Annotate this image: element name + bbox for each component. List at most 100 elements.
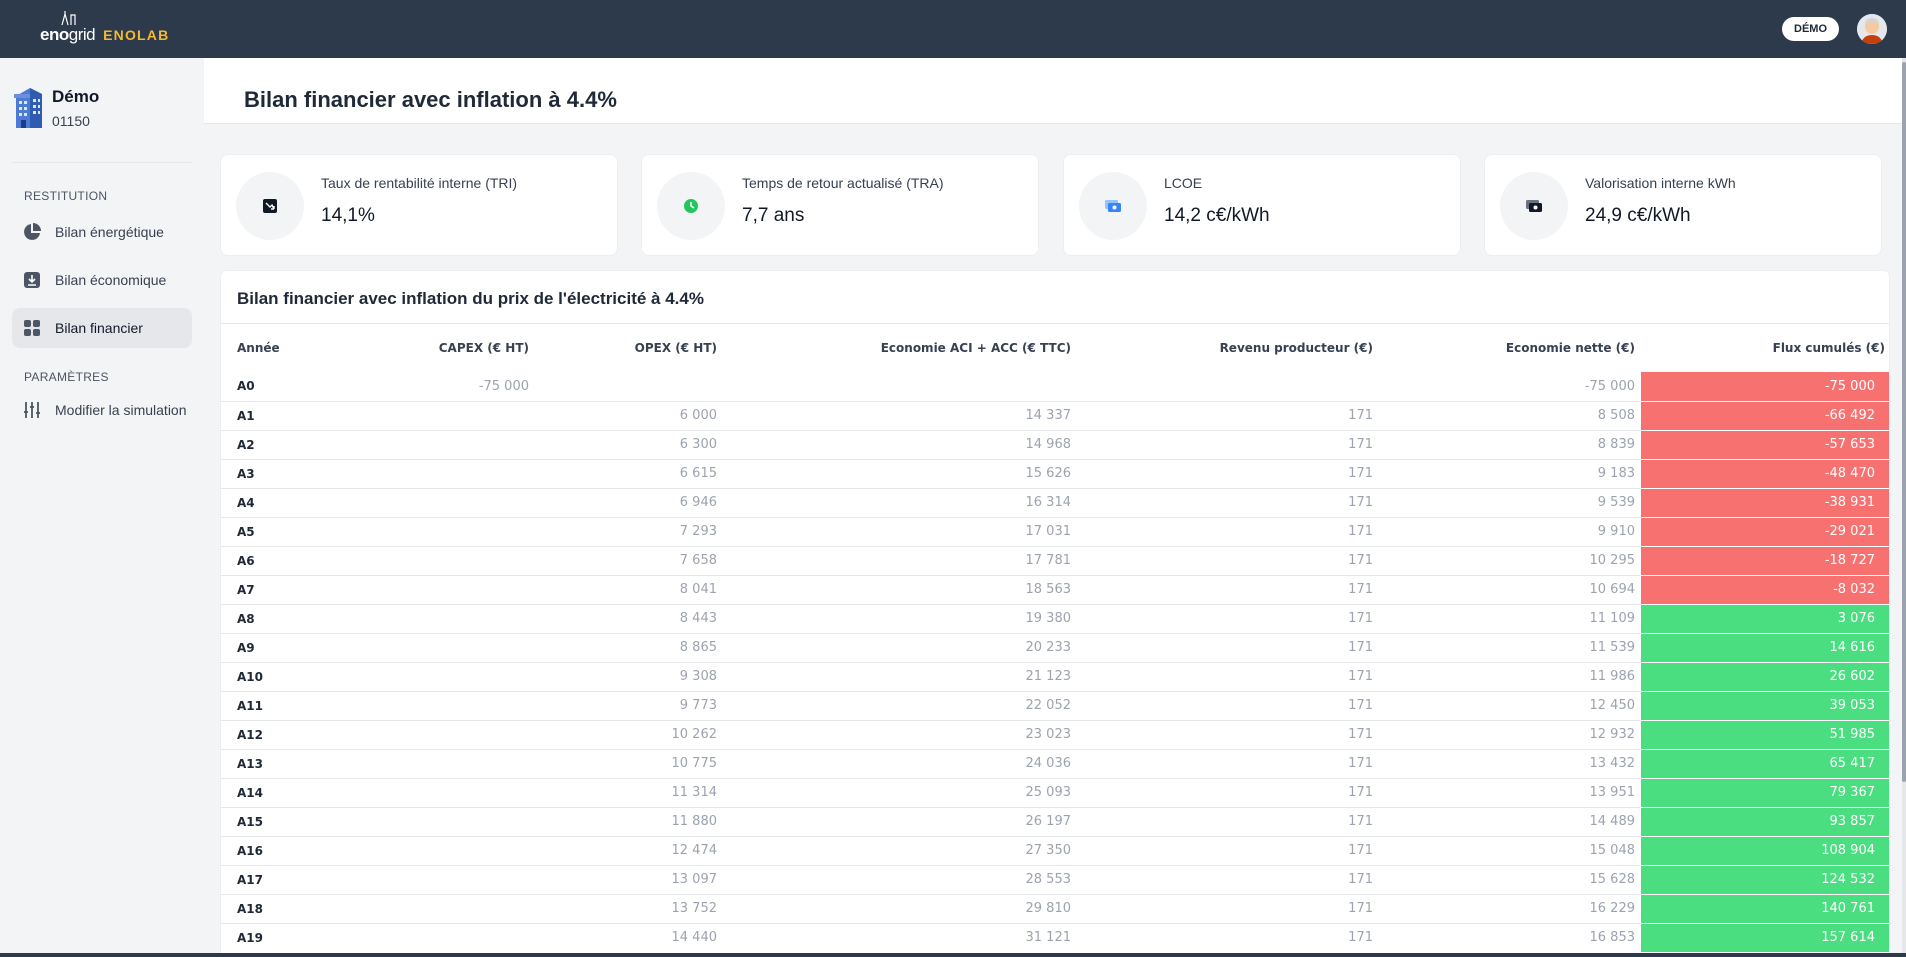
cell-annee: A0 [237,379,255,394]
cell-annee: A10 [221,661,311,691]
cell-revenu: 171 [1077,719,1379,749]
cell-capex [311,574,535,604]
sidebar-item-bilan-economique[interactable]: Bilan économique [12,260,192,300]
cell-capex [311,777,535,807]
col-header-economie-nette: Economie nette (€) [1505,341,1635,355]
table-header-row: Année CAPEX (€ HT) OPEX (€ HT) Economie … [221,324,1889,372]
cell-flux-cumules: -48 470 [1641,458,1889,488]
table-row: A13 10 775 24 036 171 13 432 65 417 [221,748,1889,778]
cell-economie: 22 052 [723,690,1077,720]
cell-annee: A8 [221,603,311,633]
cell-opex: 7 293 [535,516,723,546]
cell-economie-nette: 13 951 [1379,777,1641,807]
cell-annee: A12 [221,719,311,749]
sidebar-item-label: Bilan économique [55,272,167,288]
table-row: A6 7 658 17 781 171 10 295 -18 727 [221,545,1889,575]
cell-capex [311,429,535,459]
sidebar-item-modifier-simulation[interactable]: Modifier la simulation [12,390,192,430]
cell-opex: 8 041 [535,574,723,604]
cell-economie: 19 380 [723,603,1077,633]
cell-flux-cumules: 124 532 [1641,864,1889,894]
table-row: A9 8 865 20 233 171 11 539 14 616 [221,632,1889,662]
page-scrollbar-thumb[interactable] [1902,62,1906,782]
sidebar-item-bilan-energetique[interactable]: Bilan énergétique [12,212,192,252]
cell-opex [535,372,723,401]
kpi-card-tri: Taux de rentabilité interne (TRI) 14,1% [220,154,618,256]
cell-opex: 13 752 [535,893,723,923]
cell-annee: A16 [221,835,311,865]
kpi-value: 7,7 ans [742,205,805,226]
cell-annee: A11 [221,690,311,720]
sidebar-item-label: Bilan énergétique [55,224,164,240]
table-row: A3 6 615 15 626 171 9 183 -48 470 [221,458,1889,488]
cell-capex [311,922,535,952]
col-header-revenu: Revenu producteur (€) [1219,341,1373,355]
cell-annee: A5 [221,516,311,546]
cell-economie-nette: 11 539 [1379,632,1641,662]
cell-economie: 27 350 [723,835,1077,865]
col-header-economie: Economie ACI + ACC (€ TTC) [880,341,1071,355]
table-row: A2 6 300 14 968 171 8 839 -57 653 [221,429,1889,459]
cell-annee: A13 [221,748,311,778]
user-mode-badge[interactable]: DÉMO [1782,17,1839,41]
cell-opex: 13 097 [535,864,723,894]
logo-grid: grid [68,25,96,44]
cell-opex: 14 440 [535,922,723,952]
cell-economie-nette: 9 910 [1379,516,1641,546]
sidebar-item-label: Modifier la simulation [55,402,187,418]
sidebar: Démo 01150 RESTITUTION Bilan énergétique… [0,58,204,957]
sidebar-item-bilan-financier[interactable]: Bilan financier [12,308,192,348]
cell-opex: 10 262 [535,719,723,749]
kpi-label: Taux de rentabilité interne (TRI) [321,175,518,191]
cell-economie: 18 563 [723,574,1077,604]
table-row: A18 13 752 29 810 171 16 229 140 761 [221,893,1889,923]
project-name: Démo [52,87,100,106]
pie-chart-icon [22,222,42,242]
table-row: A0 -75 000 -75 000 -75 000 [221,372,1889,401]
cell-economie: 25 093 [723,777,1077,807]
sidebar-divider [12,162,192,163]
table-row: A17 13 097 28 553 171 15 628 124 532 [221,864,1889,894]
kpi-value: 14,1% [321,205,375,226]
enogrid-logo[interactable]: eno grid ENOLAB [40,11,169,45]
cell-capex [311,632,535,662]
kpi-label: Temps de retour actualisé (TRA) [742,175,944,191]
cell-economie-nette: 8 508 [1379,400,1641,430]
cell-revenu [1077,372,1379,401]
cell-annee: A2 [221,429,311,459]
cell-capex [311,458,535,488]
cell-economie [723,372,1077,401]
cell-capex [311,719,535,749]
cell-economie: 14 337 [723,400,1077,430]
table-row: A7 8 041 18 563 171 10 694 -8 032 [221,574,1889,604]
cell-capex [311,748,535,778]
cell-capex [311,603,535,633]
cell-economie-nette: 11 986 [1379,661,1641,691]
cell-flux-cumules: 14 616 [1641,632,1889,662]
cell-capex [311,806,535,836]
cell-flux-cumules: -57 653 [1641,429,1889,459]
cell-annee: A4 [221,487,311,517]
cell-economie: 17 781 [723,545,1077,575]
page-title: Bilan financier avec inflation à 4.4% [244,87,617,112]
building-icon [14,88,42,128]
cell-flux-cumules: 3 076 [1641,603,1889,633]
cell-revenu: 171 [1077,777,1379,807]
avatar[interactable] [1857,14,1887,44]
cell-economie-nette: 10 295 [1379,545,1641,575]
cell-opex: 9 773 [535,690,723,720]
cell-revenu: 171 [1077,922,1379,952]
sliders-icon [22,400,42,420]
kpi-value: 14,2 c€/kWh [1164,205,1270,226]
cell-economie: 26 197 [723,806,1077,836]
table-row: A11 9 773 22 052 171 12 450 39 053 [221,690,1889,720]
wallet-icon [1500,172,1568,240]
kpi-card-tra: Temps de retour actualisé (TRA) 7,7 ans [641,154,1039,256]
cell-revenu: 171 [1077,429,1379,459]
table-row: A15 11 880 26 197 171 14 489 93 857 [221,806,1889,836]
cell-revenu: 171 [1077,748,1379,778]
cell-revenu: 171 [1077,806,1379,836]
cell-revenu: 171 [1077,545,1379,575]
page-header: Bilan financier avec inflation à 4.4% [204,58,1902,124]
cell-flux-cumules: 93 857 [1641,806,1889,836]
